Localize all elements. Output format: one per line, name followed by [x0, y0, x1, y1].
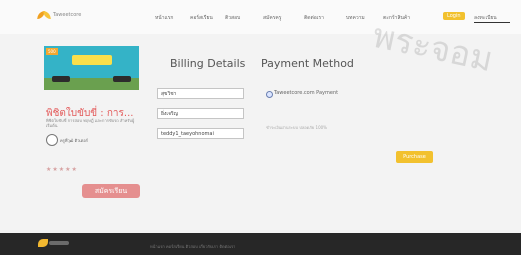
nav-item-tutoring[interactable]: ติวสอบ: [225, 14, 240, 22]
nav-item-articles[interactable]: บทความ: [346, 14, 365, 22]
nav-item-contact[interactable]: ติดต่อเรา: [304, 14, 324, 22]
payment-method-title: Payment Method: [261, 57, 354, 70]
course-badge: 500: [46, 48, 58, 55]
last-name-field[interactable]: ยิ่งเจริญ: [157, 108, 244, 119]
nav-item-courses[interactable]: คอร์สเรียน: [190, 14, 213, 22]
purchase-button[interactable]: Purchase: [396, 151, 433, 163]
email-field[interactable]: teddy1_taeyohnomai: [157, 128, 244, 139]
payment-note: ชำระเงินผ่านระบบ ปลอดภัย 100%: [266, 125, 327, 130]
thumbnail-sign: [72, 55, 112, 65]
course-thumbnail[interactable]: 500: [44, 46, 139, 90]
register-underline: [474, 22, 510, 23]
payment-option-label[interactable]: Taweetcore.com Payment: [274, 90, 338, 96]
nav-item-teacher[interactable]: สมัครครู: [263, 14, 281, 22]
footer-logo-icon[interactable]: [38, 239, 69, 247]
nav-item-home[interactable]: หน้าแรก: [155, 14, 173, 22]
instructor-name: ครูพี่วุฒิ ติวเตอร์: [60, 138, 88, 143]
car-icon: [52, 76, 70, 82]
car-icon: [113, 76, 131, 82]
course-subtitle: พิชิตใบขับขี่ การสอบ ทฤษฎี และการขับรถ ส…: [46, 118, 135, 128]
instructor-avatar: [46, 134, 58, 146]
login-button[interactable]: Login: [443, 12, 465, 20]
enroll-button[interactable]: สมัครเรียน: [82, 184, 140, 198]
payment-option-radio[interactable]: [266, 91, 273, 98]
footer-links[interactable]: หน้าแรก คอร์สเรียน ติวสอบ เกี่ยวกับเรา ต…: [150, 243, 235, 250]
rating-stars: ★★★★★: [46, 166, 78, 173]
first-name-field[interactable]: สุขวิชา: [157, 88, 244, 99]
course-card: 500 พิชิตใบขับขี่ : การ... พิชิตใบขับขี่…: [44, 46, 140, 216]
register-link[interactable]: ลงทะเบียน: [474, 14, 497, 22]
billing-details-title: Billing Details: [170, 57, 246, 70]
footer: หน้าแรก คอร์สเรียน ติวสอบ เกี่ยวกับเรา ต…: [0, 233, 521, 255]
